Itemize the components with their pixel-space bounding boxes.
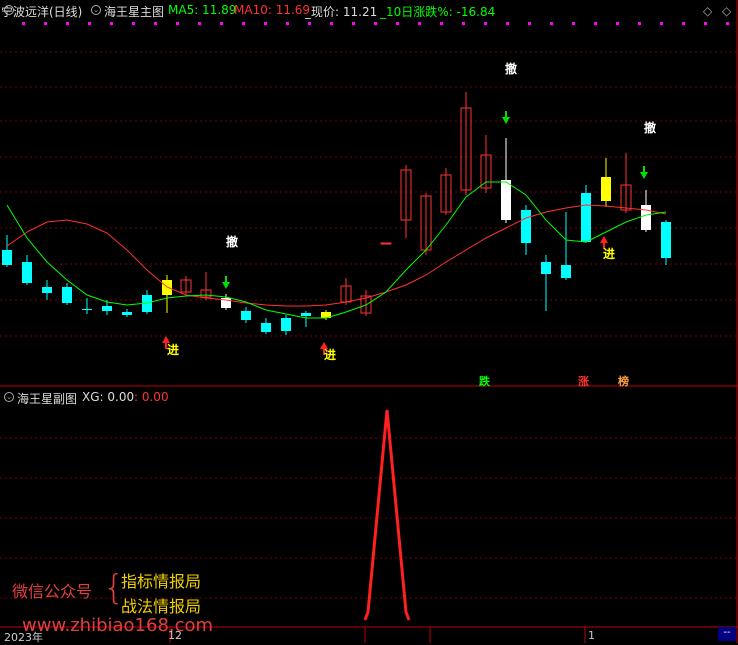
candle-body (301, 313, 311, 316)
sell-arrow-icon (222, 282, 230, 289)
header-dot (154, 22, 157, 25)
header-dot (330, 22, 333, 25)
header-dot (176, 22, 179, 25)
header-dot (418, 22, 421, 25)
candle-body (241, 311, 251, 320)
axis-month-1: 1 (588, 629, 595, 642)
candle-body (581, 193, 591, 242)
candle-body (561, 265, 571, 278)
candle-body (641, 205, 651, 230)
header-dot (572, 22, 575, 25)
tag-zhang: 涨 (578, 375, 589, 388)
sub-value-readout: : 0.00 (134, 390, 169, 404)
candle-body (501, 180, 511, 220)
sell-arrow-icon (640, 172, 648, 179)
header-dot (660, 22, 663, 25)
collapse-icon[interactable]: ⌄ (4, 392, 14, 402)
header-dot (66, 22, 69, 25)
sell-arrow-icon (502, 117, 510, 124)
tag-die: 跌 (479, 375, 490, 388)
watermark-line2: 战法情报局 (121, 597, 202, 616)
header-dot (704, 22, 707, 25)
candle-body (122, 312, 132, 315)
header-dot (352, 22, 355, 25)
candle-body (521, 210, 531, 243)
header-dot (286, 22, 289, 25)
candle-body (261, 323, 271, 332)
header-dot (198, 22, 201, 25)
header-dot (550, 22, 553, 25)
header-dot (264, 22, 267, 25)
sub-indicator-name[interactable]: 海王星副图 (17, 390, 77, 407)
header-dot (110, 22, 113, 25)
candle-body (22, 262, 32, 283)
watermark-label: 微信公众号 (12, 582, 93, 601)
candle-body (380, 242, 392, 245)
header-dot (308, 22, 311, 25)
header-dot (396, 22, 399, 25)
signal-jin: 进 (603, 247, 616, 261)
signal-jin: 进 (167, 343, 180, 357)
candle-body (102, 306, 112, 311)
header-dot (726, 22, 729, 25)
header-dot (484, 22, 487, 25)
signal-che: 撤 (505, 62, 518, 76)
header-dot (638, 22, 641, 25)
ma10-line (6, 204, 667, 307)
tag-bang: 榜 (618, 375, 629, 388)
header-dot (44, 22, 47, 25)
axis-scroll-button[interactable]: -- (718, 627, 736, 641)
header-dot (220, 22, 223, 25)
ma5-line (6, 181, 667, 319)
candle-body (2, 250, 12, 265)
candle-body (661, 222, 671, 258)
xg-signal-line (363, 409, 411, 621)
watermark-line1: 指标情报局 (121, 572, 202, 591)
signal-jin: 进 (324, 348, 337, 362)
candle-body (82, 309, 92, 310)
watermark-url: www.zhibiao168.com (22, 615, 214, 636)
header-dot (374, 22, 377, 25)
candle-body (281, 318, 291, 331)
header-dot (132, 22, 135, 25)
candle-body (541, 262, 551, 274)
header-dot (528, 22, 531, 25)
axis-month-12: 12 (168, 629, 182, 642)
candle-body (62, 287, 72, 303)
header-dot (616, 22, 619, 25)
header-dot (22, 22, 25, 25)
signal-che: 撤 (226, 235, 239, 249)
signal-che: 撤 (644, 121, 657, 135)
header-dot (682, 22, 685, 25)
header-dot (594, 22, 597, 25)
header-dot (88, 22, 91, 25)
header-dot (440, 22, 443, 25)
chart-canvas[interactable] (0, 0, 738, 643)
xg-readout: XG: 0.00 (82, 390, 135, 404)
header-dot (462, 22, 465, 25)
buy-arrow-icon (600, 236, 608, 243)
header-dot (506, 22, 509, 25)
header-dot (242, 22, 245, 25)
candle-body (601, 177, 611, 201)
candle-body (42, 287, 52, 293)
